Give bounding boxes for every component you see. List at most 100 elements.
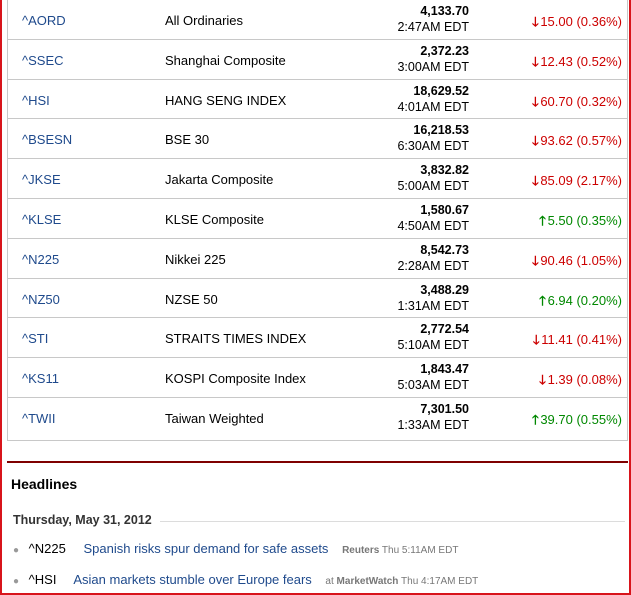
index-change: 🡓 15.00 (0.36%) (530, 13, 622, 35)
headline-link[interactable]: Asian markets stumble over Europe fears (73, 572, 311, 587)
index-price: 4,133.70 (420, 4, 469, 18)
index-symbol-link[interactable]: ^HSI (22, 93, 50, 108)
index-time: 4:50AM EDT (397, 218, 469, 233)
index-change-value: 12.43 (0.52%) (540, 53, 622, 69)
arrow-up-icon: 🡑 (539, 212, 546, 228)
index-time: 1:31AM EDT (397, 298, 469, 313)
index-name: STRAITS TIMES INDEX (165, 331, 307, 347)
arrow-down-icon: 🡓 (539, 372, 546, 388)
index-symbol-link[interactable]: ^JKSE (22, 172, 61, 187)
headline-link[interactable]: Spanish risks spur demand for safe asset… (83, 541, 328, 556)
index-change: 🡓 93.62 (0.57%) (530, 132, 622, 154)
index-change: 🡓 11.41 (0.41%) (531, 331, 622, 353)
index-row: ^KS11 KOSPI Composite Index 1,843.47 5:03AM… (8, 358, 627, 398)
index-price: 1,580.67 (420, 202, 469, 217)
headline-symbol[interactable]: ^N225 (29, 541, 66, 556)
index-name: Nikkei 225 (165, 251, 226, 267)
index-change-value: 85.09 (2.17%) (540, 173, 622, 189)
index-time: 6:30AM EDT (397, 139, 469, 154)
index-price: 16,218.53 (413, 123, 469, 138)
index-change-value: 39.70 (0.55%) (540, 411, 622, 427)
headline-time: Thu 5:11AM EDT (381, 545, 459, 556)
index-change-value: 5.50 (0.35%) (547, 212, 622, 228)
index-price: 3,488.29 (420, 282, 469, 297)
index-symbol-link[interactable]: ^TWII (22, 411, 56, 426)
bullet-icon: ● (13, 576, 20, 587)
arrow-down-icon: 🡓 (531, 252, 539, 268)
headline-item: ● ^N225 Spanish risks spur demand for sa… (13, 541, 458, 556)
index-change-value: 6.94 (0.20%) (547, 292, 622, 308)
index-change: 🡓 90.46 (1.05%) (530, 252, 622, 274)
index-row: ^STI STRAITS TIMES INDEX 2,772.54 5:10AM ED… (8, 318, 627, 359)
index-symbol-link[interactable]: ^STI (22, 331, 48, 346)
index-symbol-link[interactable]: ^N225 (22, 252, 59, 267)
index-time: 4:01AM EDT (397, 99, 469, 114)
bullet-icon: ● (13, 545, 20, 556)
window-frame-left (0, 0, 2, 595)
arrow-down-icon: 🡓 (531, 93, 539, 109)
index-change-value: 60.70 (0.32%) (540, 93, 622, 109)
headline-source-name: MarketWatch (336, 576, 399, 587)
headline-time: Thu 4:17AM EDT (401, 576, 479, 587)
arrow-down-icon: 🡓 (531, 53, 539, 69)
index-change-value: 1.39 (0.08%) (547, 372, 622, 388)
index-row: ^N225 Nikkei 225 8,542.73 2:28AM EDT 🡓 90.46 … (8, 239, 627, 279)
headline-source-name: Reuters (342, 545, 380, 556)
arrow-down-icon: 🡓 (531, 173, 539, 189)
index-symbol-link[interactable]: ^BSESN (22, 132, 72, 147)
index-row: ^HSI HANG SENG INDEX 18,629.52 4:01AM EDT 🡓 6… (8, 80, 627, 120)
index-row: ^NZ50 NZSE 50 3,488.29 1:31AM EDT 🡑 6.94 (0.2… (8, 279, 627, 319)
index-change: 🡓 85.09 (2.17%) (530, 172, 622, 194)
index-change-value: 93.62 (0.57%) (540, 133, 622, 149)
index-row: ^KLSE KLSE Composite 1,580.67 4:50AM EDT 🡑 5.… (8, 199, 627, 239)
index-name: NZSE 50 (165, 291, 218, 307)
index-time: 5:03AM EDT (397, 378, 469, 393)
index-price: 8,542.73 (420, 242, 469, 257)
arrow-down-icon: 🡓 (531, 133, 539, 149)
index-table: ^AORD All Ordinaries 4,133.70 2:47AM EDT 🡓 15… (7, 0, 628, 441)
index-change: 🡓 12.43 (0.52%) (530, 53, 622, 75)
headline-item: ● ^HSI Asian markets stumble over Europe… (13, 572, 478, 587)
headline-symbol[interactable]: ^HSI (29, 572, 57, 587)
headlines-heading: Headlines (11, 476, 78, 492)
headline-source: at MarketWatch Thu 4:17AM EDT (325, 576, 478, 587)
headline-source-prefix: at (325, 576, 334, 587)
index-price: 18,629.52 (413, 83, 469, 98)
arrow-down-icon: 🡓 (532, 332, 540, 348)
index-time: 1:33AM EDT (397, 417, 469, 432)
index-symbol-link[interactable]: ^KS11 (22, 371, 59, 386)
index-symbol-link[interactable]: ^AORD (22, 13, 66, 28)
headlines-date: Thursday, May 31, 2012 (13, 513, 152, 527)
index-name: BSE 30 (165, 132, 210, 148)
index-change-value: 90.46 (1.05%) (540, 252, 622, 268)
arrow-up-icon: 🡑 (531, 411, 539, 427)
index-time: 5:10AM EDT (397, 338, 469, 353)
index-price: 2,772.54 (420, 322, 469, 337)
index-row: ^SSEC Shanghai Composite 2,372.23 3:00AM ED… (8, 40, 627, 80)
arrow-down-icon: 🡓 (531, 14, 539, 29)
index-row: ^BSESN BSE 30 16,218.53 6:30AM EDT 🡓 93.62 (0… (8, 119, 627, 160)
index-change-value: 15.00 (0.36%) (540, 14, 622, 29)
section-divider (7, 461, 628, 463)
index-symbol-link[interactable]: ^NZ50 (22, 292, 60, 307)
index-row: ^AORD All Ordinaries 4,133.70 2:47AM EDT 🡓 15… (8, 0, 627, 40)
date-rule (160, 521, 625, 522)
index-time: 5:00AM EDT (397, 179, 469, 194)
index-name: KLSE Composite (165, 211, 264, 227)
index-price: 3,832.82 (420, 163, 469, 178)
index-change: 🡑 6.94 (0.20%) (538, 292, 622, 314)
index-symbol-link[interactable]: ^KLSE (22, 212, 61, 227)
index-name: HANG SENG INDEX (165, 92, 287, 108)
index-change: 🡓 1.39 (0.08%) (538, 371, 622, 393)
index-name: Taiwan Weighted (165, 410, 264, 426)
index-price: 1,843.47 (420, 362, 469, 377)
index-change: 🡑 5.50 (0.35%) (538, 212, 622, 234)
index-name: Shanghai Composite (165, 52, 286, 68)
index-change: 🡑 39.70 (0.55%) (530, 411, 622, 433)
index-change: 🡓 60.70 (0.32%) (530, 93, 622, 115)
index-price: 7,301.50 (420, 401, 469, 416)
headline-source: Reuters Thu 5:11AM EDT (342, 545, 458, 556)
index-symbol-link[interactable]: ^SSEC (22, 53, 64, 68)
index-name: Jakarta Composite (165, 172, 274, 188)
index-time: 2:28AM EDT (397, 258, 469, 273)
